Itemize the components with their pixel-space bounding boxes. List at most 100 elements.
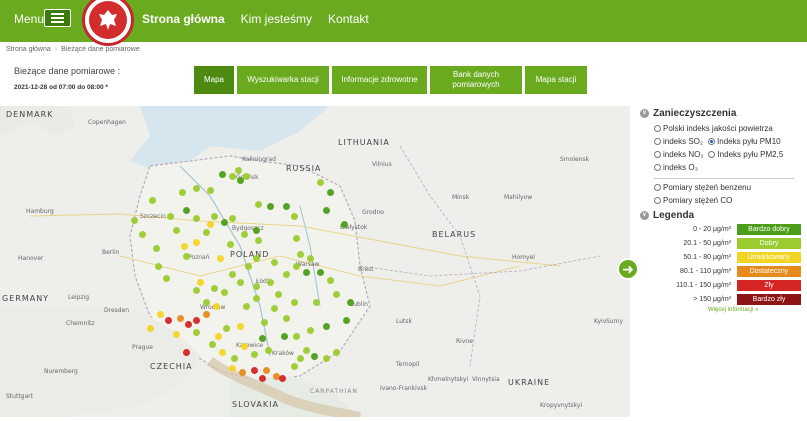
station-marker[interactable] [163, 275, 170, 282]
station-marker[interactable] [193, 185, 200, 192]
station-marker[interactable] [221, 289, 228, 296]
station-marker[interactable] [265, 347, 272, 354]
station-marker[interactable] [193, 215, 200, 222]
station-marker[interactable] [165, 317, 172, 324]
station-marker[interactable] [275, 291, 282, 298]
station-marker[interactable] [167, 213, 174, 220]
station-marker[interactable] [245, 263, 252, 270]
tab-data-bank[interactable]: Bank danych pomiarowych [430, 66, 522, 94]
station-marker[interactable] [271, 305, 278, 312]
station-marker[interactable] [217, 255, 224, 262]
station-marker[interactable] [179, 189, 186, 196]
station-marker[interactable] [317, 269, 324, 276]
option-polish-index[interactable]: Polski indeks jakości powietrza [654, 122, 807, 135]
station-marker[interactable] [323, 323, 330, 330]
station-marker[interactable] [173, 227, 180, 234]
station-marker[interactable] [283, 203, 290, 210]
option-o3[interactable]: indeks O₃ [654, 161, 807, 174]
station-marker[interactable] [237, 323, 244, 330]
station-marker[interactable] [341, 221, 348, 228]
station-marker[interactable] [311, 353, 318, 360]
station-marker[interactable] [243, 303, 250, 310]
station-marker[interactable] [239, 369, 246, 376]
station-marker[interactable] [231, 355, 238, 362]
nav-contact[interactable]: Kontakt [328, 12, 369, 26]
station-marker[interactable] [181, 243, 188, 250]
station-marker[interactable] [193, 317, 200, 324]
station-marker[interactable] [263, 367, 270, 374]
station-marker[interactable] [253, 255, 260, 262]
station-marker[interactable] [183, 207, 190, 214]
nav-home[interactable]: Strona główna [142, 12, 225, 26]
station-marker[interactable] [253, 295, 260, 302]
station-marker[interactable] [291, 213, 298, 220]
option-benzene[interactable]: Pomiary stężeń benzenu [654, 181, 807, 194]
station-marker[interactable] [251, 367, 258, 374]
station-marker[interactable] [327, 277, 334, 284]
radio-pm10[interactable] [708, 138, 716, 145]
nav-about[interactable]: Kim jesteśmy [241, 12, 312, 26]
station-marker[interactable] [261, 319, 268, 326]
station-marker[interactable] [283, 315, 290, 322]
station-marker[interactable] [259, 375, 266, 382]
radio-so2[interactable] [654, 138, 661, 145]
legend-header[interactable]: ∨ Legenda [640, 210, 807, 221]
station-marker[interactable] [139, 231, 146, 238]
station-marker[interactable] [211, 285, 218, 292]
station-marker[interactable] [313, 299, 320, 306]
radio-pm25[interactable] [708, 151, 716, 158]
station-marker[interactable] [131, 217, 138, 224]
air-quality-map[interactable]: DENMARK LITHUANIA RUSSIA BELARUS POLAND … [0, 106, 630, 417]
pollution-header[interactable]: ∨ Zanieczyszczenia [640, 108, 807, 119]
station-marker[interactable] [193, 329, 200, 336]
station-marker[interactable] [207, 187, 214, 194]
station-marker[interactable] [291, 363, 298, 370]
station-marker[interactable] [253, 227, 260, 234]
station-marker[interactable] [193, 239, 200, 246]
station-marker[interactable] [237, 279, 244, 286]
station-marker[interactable] [215, 333, 222, 340]
menu-hamburger-icon[interactable] [44, 9, 71, 27]
station-marker[interactable] [235, 167, 242, 174]
station-marker[interactable] [203, 299, 210, 306]
radio-no2[interactable] [654, 151, 661, 158]
station-marker[interactable] [157, 311, 164, 318]
station-marker[interactable] [307, 327, 314, 334]
station-marker[interactable] [243, 173, 250, 180]
station-marker[interactable] [227, 241, 234, 248]
station-marker[interactable] [347, 299, 354, 306]
station-marker[interactable] [183, 349, 190, 356]
emblem-logo[interactable] [82, 0, 134, 46]
station-marker[interactable] [203, 229, 210, 236]
tab-station-search[interactable]: Wyszukiwarka stacji [237, 66, 329, 94]
station-marker[interactable] [323, 355, 330, 362]
station-marker[interactable] [303, 347, 310, 354]
station-marker[interactable] [149, 197, 156, 204]
station-marker[interactable] [241, 231, 248, 238]
station-marker[interactable] [173, 331, 180, 338]
station-marker[interactable] [147, 325, 154, 332]
station-marker[interactable] [317, 179, 324, 186]
station-marker[interactable] [293, 263, 300, 270]
more-info-link[interactable]: Więcej informacji » [640, 307, 807, 313]
station-marker[interactable] [219, 171, 226, 178]
station-marker[interactable] [267, 203, 274, 210]
station-marker[interactable] [279, 375, 286, 382]
station-marker[interactable] [327, 189, 334, 196]
breadcrumb-home[interactable]: Strona główna [6, 46, 51, 53]
station-marker[interactable] [303, 269, 310, 276]
station-marker[interactable] [229, 271, 236, 278]
station-marker[interactable] [213, 303, 220, 310]
station-marker[interactable] [323, 207, 330, 214]
option-co[interactable]: Pomiary stężeń CO [654, 194, 807, 207]
station-marker[interactable] [255, 201, 262, 208]
station-marker[interactable] [307, 255, 314, 262]
station-marker[interactable] [197, 279, 204, 286]
station-marker[interactable] [211, 213, 218, 220]
station-marker[interactable] [229, 173, 236, 180]
tab-map[interactable]: Mapa [194, 66, 234, 94]
station-marker[interactable] [229, 215, 236, 222]
station-marker[interactable] [193, 287, 200, 294]
station-marker[interactable] [219, 349, 226, 356]
station-marker[interactable] [293, 333, 300, 340]
